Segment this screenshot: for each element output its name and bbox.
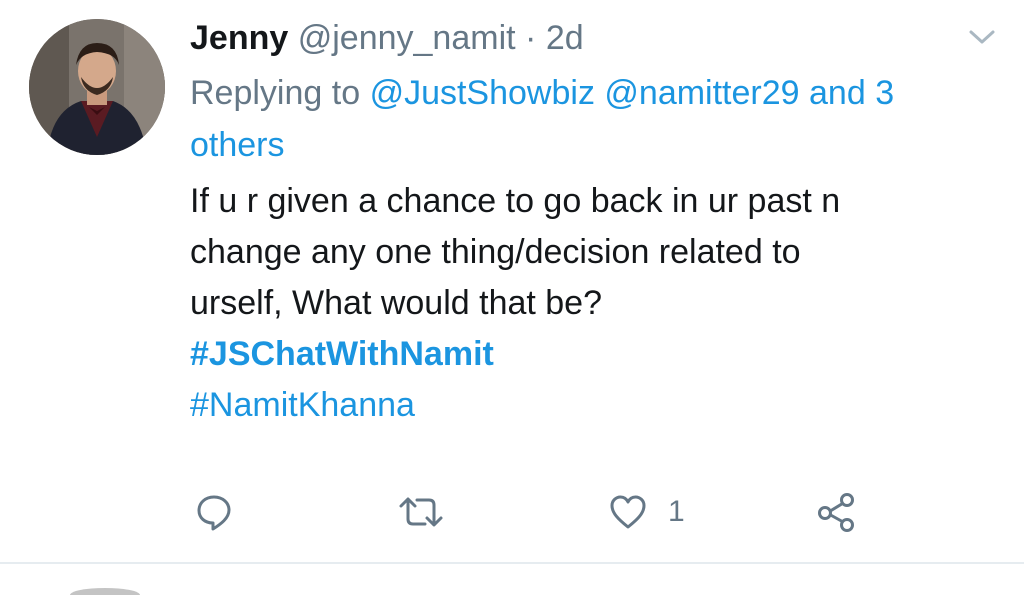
like-button[interactable]: 1: [608, 490, 685, 534]
tweet[interactable]: Jenny @jenny_namit · 2d Replying to @Jus…: [0, 0, 1024, 595]
tweet-actions: 1: [0, 490, 1024, 540]
reply-mention-namitter29[interactable]: @namitter29: [604, 74, 799, 112]
replying-to: Replying to @JustShowbiz @namitter29 and…: [190, 67, 990, 171]
retweet-button[interactable]: [396, 490, 446, 534]
reply-icon: [194, 492, 234, 532]
tweet-text-line: urself, What would that be?: [190, 284, 603, 322]
header-separator: ·: [525, 19, 537, 57]
next-tweet-avatar-edge: [70, 588, 140, 595]
heart-icon: [608, 492, 648, 532]
hashtag-namitkhanna[interactable]: #NamitKhanna: [190, 380, 980, 431]
author-name[interactable]: Jenny: [190, 19, 288, 57]
tweet-text-line: If u r given a chance to go back in ur p…: [190, 182, 841, 220]
reply-mention-justshowbiz[interactable]: @JustShowbiz: [370, 74, 595, 112]
reply-mention-and[interactable]: and: [809, 74, 866, 112]
replying-prefix: Replying to: [190, 74, 361, 112]
chevron-down-icon[interactable]: [968, 27, 996, 47]
author-handle[interactable]: @jenny_namit: [298, 19, 516, 57]
hashtag-jschatwithnamit[interactable]: #JSChatWithNamit: [190, 329, 980, 380]
like-count: 1: [668, 495, 685, 528]
reply-button[interactable]: [194, 490, 234, 534]
tweet-divider: [0, 562, 1024, 564]
avatar[interactable]: [29, 19, 165, 155]
tweet-timestamp[interactable]: 2d: [546, 19, 584, 57]
tweet-header: Jenny @jenny_namit · 2d: [190, 14, 584, 62]
tweet-text: If u r given a chance to go back in ur p…: [190, 176, 980, 431]
tweet-text-line: change any one thing/decision related to: [190, 233, 801, 271]
share-button[interactable]: [815, 490, 857, 534]
retweet-icon: [396, 492, 446, 532]
share-icon: [815, 491, 857, 533]
